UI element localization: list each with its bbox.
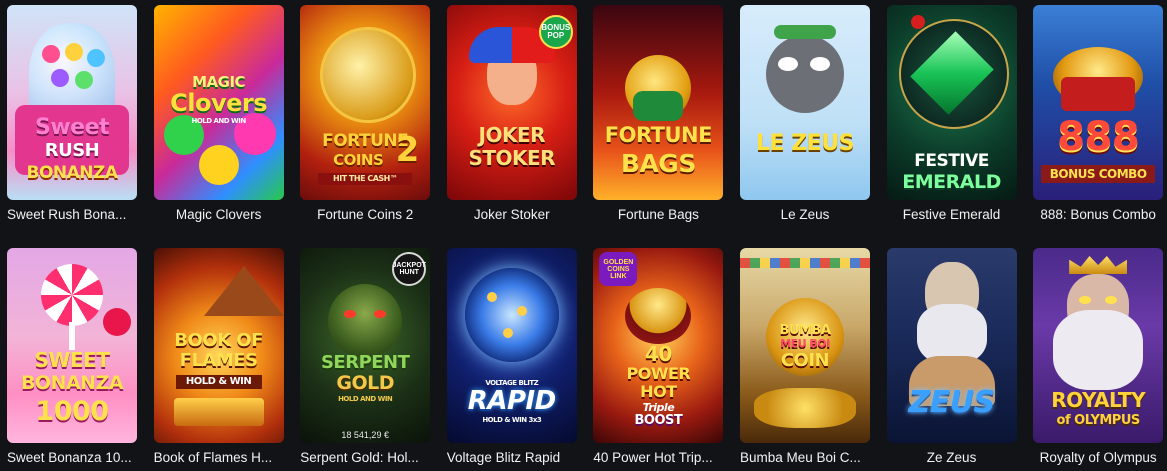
art-text: MAGIC (192, 73, 246, 91)
art-text: MEU BOI (780, 337, 830, 350)
game-card-serpent-gold[interactable]: JACKPOT HUNT SERPENT GOLD HOLD AND WIN 1… (300, 248, 431, 465)
art-text: RAPID (467, 386, 556, 416)
game-thumbnail[interactable]: VOLTAGE BLITZ RAPID HOLD & WIN 3x3 (446, 248, 577, 443)
game-thumbnail[interactable]: BOOK OF FLAMES HOLD & WIN (153, 248, 284, 443)
art-text: BONUS COMBO (1041, 165, 1156, 183)
game-title[interactable]: Fortune Bags (593, 207, 723, 222)
art-text: HOLD & WIN (175, 375, 262, 389)
game-title[interactable]: Festive Emerald (887, 207, 1017, 222)
art-text: HOT (640, 382, 677, 401)
bonus-pop-badge: BONUS POP (538, 15, 573, 49)
art-text: SWEET (34, 348, 110, 372)
game-thumbnail[interactable]: LE ZEUS (739, 5, 870, 200)
art-text: Triple (642, 401, 675, 414)
games-grid: Sweet RUSH BONANZA Sweet Rush Bona... MA… (7, 5, 1164, 465)
game-title[interactable]: Bumba Meu Boi C... (740, 450, 878, 465)
game-card-40-power-hot-triple-boost[interactable]: GOLDEN COINS LINK 40 POWER HOT Triple BO… (593, 248, 724, 465)
art-text: EMERALD (902, 171, 1001, 193)
art-text: FESTIVE (914, 151, 989, 171)
game-card-fortune-bags[interactable]: FORTUNE BAGS Fortune Bags (593, 5, 724, 222)
art-text: HOLD & WIN 3x3 (482, 416, 542, 424)
game-thumbnail[interactable]: JACKPOT HUNT SERPENT GOLD HOLD AND WIN 1… (300, 248, 431, 443)
art-text: STOKER (468, 146, 556, 170)
jackpot-amount: 18 541,29 € (341, 430, 389, 440)
game-card-ze-zeus[interactable]: ZEUS Ze Zeus (886, 248, 1017, 465)
art-text: HOLD AND WIN (338, 395, 393, 403)
game-thumbnail[interactable]: SWEET BONANZA 1000 (7, 248, 137, 443)
game-title[interactable]: Book of Flames H... (154, 450, 292, 465)
art-text: 2 (395, 130, 420, 170)
game-card-le-zeus[interactable]: LE ZEUS Le Zeus (739, 5, 870, 222)
game-title[interactable]: Serpent Gold: Hol... (300, 450, 438, 465)
art-text: HIT THE CASH™ (318, 173, 413, 185)
game-title[interactable]: Sweet Bonanza 10... (7, 450, 145, 465)
art-text: HOLD AND WIN (191, 117, 246, 125)
art-text: 1000 (35, 396, 109, 427)
art-text: Sweet (34, 115, 110, 140)
art-text: 888 (1057, 114, 1140, 160)
game-card-magic-clovers[interactable]: MAGIC Clovers HOLD AND WIN Magic Clovers (153, 5, 284, 222)
art-text: of OLYMPUS (1056, 413, 1141, 428)
art-text: JOKER (478, 123, 546, 147)
art-text: FLAMES (179, 350, 258, 371)
game-card-sweet-bonanza-1000[interactable]: SWEET BONANZA 1000 Sweet Bonanza 10... (7, 248, 137, 465)
art-text: POWER (626, 364, 691, 383)
game-thumbnail[interactable]: Sweet RUSH BONANZA (7, 5, 137, 200)
art-text: GOLD (336, 372, 394, 394)
game-card-festive-emerald[interactable]: FESTIVE EMERALD Festive Emerald (886, 5, 1017, 222)
game-thumbnail[interactable]: 888 BONUS COMBO (1033, 5, 1164, 200)
art-text: FORTUNE (604, 123, 713, 147)
game-title[interactable]: Magic Clovers (154, 207, 284, 222)
game-card-bumba-meu-boi-coin[interactable]: BUMBA MEU BOI COIN Bumba Meu Boi C... (739, 248, 870, 465)
game-title[interactable]: Le Zeus (740, 207, 870, 222)
jackpot-hunt-badge: JACKPOT HUNT (392, 252, 427, 286)
game-thumbnail[interactable]: MAGIC Clovers HOLD AND WIN (153, 5, 284, 200)
game-thumbnail[interactable]: FORTUNE COINS 2 HIT THE CASH™ (300, 5, 431, 200)
game-thumbnail[interactable]: FORTUNE BAGS (593, 5, 724, 200)
art-text: BONANZA (26, 163, 118, 183)
golden-coins-link-badge: GOLDEN COINS LINK (599, 252, 638, 286)
game-card-book-of-flames[interactable]: BOOK OF FLAMES HOLD & WIN Book of Flames… (153, 248, 284, 465)
game-thumbnail[interactable]: GOLDEN COINS LINK 40 POWER HOT Triple BO… (593, 248, 724, 443)
art-text: Clovers (170, 89, 268, 117)
game-thumbnail[interactable]: FESTIVE EMERALD (886, 5, 1017, 200)
art-text: ZEUS (908, 385, 995, 420)
art-text: COIN (780, 350, 830, 371)
art-text: BOOST (634, 413, 683, 428)
art-text: BAGS (620, 149, 696, 178)
art-text: RUSH (44, 140, 100, 161)
art-text: 40 (644, 342, 672, 366)
game-title[interactable]: 888: Bonus Combo (1033, 207, 1163, 222)
art-text: LE ZEUS (756, 131, 854, 156)
art-text: BONANZA (20, 372, 124, 394)
game-card-sweet-rush-bonanza[interactable]: Sweet RUSH BONANZA Sweet Rush Bona... (7, 5, 137, 222)
game-card-joker-stoker[interactable]: BONUS POP JOKER STOKER Joker Stoker (446, 5, 577, 222)
game-title[interactable]: Joker Stoker (447, 207, 577, 222)
game-card-fortune-coins-2[interactable]: FORTUNE COINS 2 HIT THE CASH™ Fortune Co… (300, 5, 431, 222)
game-title[interactable]: Fortune Coins 2 (300, 207, 430, 222)
game-title[interactable]: 40 Power Hot Trip... (593, 450, 731, 465)
art-text: BOOK OF (174, 330, 263, 351)
game-thumbnail[interactable]: ROYALTY of OLYMPUS (1033, 248, 1164, 443)
game-title[interactable]: Voltage Blitz Rapid (447, 450, 585, 465)
game-card-voltage-blitz-rapid[interactable]: VOLTAGE BLITZ RAPID HOLD & WIN 3x3 Volta… (446, 248, 577, 465)
art-text: ROYALTY (1051, 388, 1146, 412)
game-title[interactable]: Royalty of Olympus (1033, 450, 1163, 465)
game-title[interactable]: Sweet Rush Bona... (7, 207, 145, 222)
game-thumbnail[interactable]: ZEUS (886, 248, 1017, 443)
game-thumbnail[interactable]: BONUS POP JOKER STOKER (446, 5, 577, 200)
art-text: BUMBA (779, 323, 831, 338)
game-thumbnail[interactable]: BUMBA MEU BOI COIN (739, 248, 870, 443)
game-card-888-bonus-combo[interactable]: 888 BONUS COMBO 888: Bonus Combo (1033, 5, 1164, 222)
game-card-royalty-of-olympus[interactable]: ROYALTY of OLYMPUS Royalty of Olympus (1033, 248, 1164, 465)
game-title[interactable]: Ze Zeus (887, 450, 1017, 465)
art-text: SERPENT (320, 352, 410, 373)
